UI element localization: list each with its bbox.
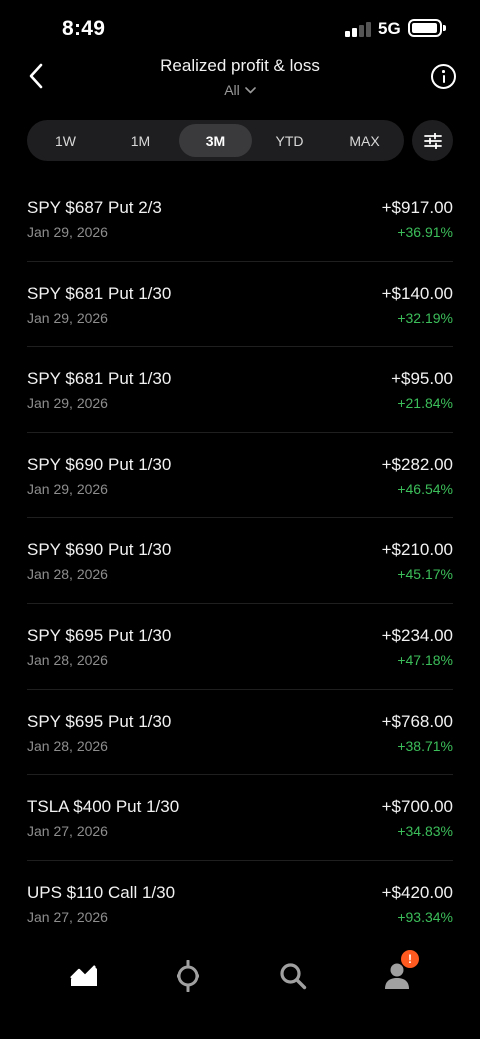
pl-percent: +47.18% — [397, 651, 453, 668]
pl-row[interactable]: SPY $690 Put 1/30 Jan 28, 2026 +$210.00 … — [27, 518, 453, 604]
status-time: 8:49 — [62, 17, 106, 40]
pl-amount: +$917.00 — [381, 198, 453, 217]
filter-dropdown[interactable]: All — [200, 82, 280, 98]
pl-row[interactable]: SPY $695 Put 1/30 Jan 28, 2026 +$234.00 … — [27, 604, 453, 690]
pl-amount: +$282.00 — [381, 454, 453, 474]
pl-amount: +$234.00 — [381, 625, 453, 645]
tab-1w[interactable]: 1W — [31, 124, 100, 157]
bottom-nav: ! — [0, 940, 480, 1039]
close-date: Jan 29, 2026 — [27, 309, 108, 326]
position-name: SPY $690 Put 1/30 — [27, 540, 172, 560]
pl-row[interactable]: SPY $681 Put 1/30 Jan 29, 2026 +$95.00 +… — [27, 347, 453, 433]
close-date: Jan 27, 2026 — [27, 908, 108, 925]
pl-percent: +46.54% — [397, 480, 453, 497]
realized-pl-list: SPY $687 Put 2/3 Jan 29, 2026 +$917.00 +… — [27, 176, 453, 946]
info-button[interactable] — [431, 64, 456, 89]
pl-amount: +$420.00 — [381, 882, 453, 902]
pl-percent: +45.17% — [397, 566, 453, 583]
tab-ytd[interactable]: YTD — [255, 124, 324, 157]
pl-row[interactable]: SPY $690 Put 1/30 Jan 29, 2026 +$282.00 … — [27, 433, 453, 519]
search-icon — [280, 963, 307, 990]
pl-row[interactable]: TSLA $400 Put 1/30 Jan 27, 2026 +$700.00… — [27, 775, 453, 861]
position-name: SPY $695 Put 1/30 — [27, 625, 172, 645]
period-selector: 1W 1M 3M YTD MAX — [27, 120, 404, 161]
tab-1m[interactable]: 1M — [106, 124, 175, 157]
battery-icon — [408, 19, 446, 37]
network-type: 5G — [378, 19, 401, 38]
pl-amount: +$768.00 — [381, 711, 453, 731]
sliders-icon — [423, 132, 442, 149]
investing-chart-icon — [70, 965, 97, 986]
close-date: Jan 29, 2026 — [27, 395, 108, 412]
pl-amount: +$140.00 — [381, 283, 453, 303]
pl-amount: +$210.00 — [381, 540, 453, 560]
position-name: SPY $695 Put 1/30 — [27, 711, 172, 731]
page-title: Realized profit & loss — [160, 56, 320, 75]
nav-investing[interactable] — [64, 956, 104, 996]
pl-percent: +38.71% — [397, 737, 453, 754]
pl-amount: +$700.00 — [381, 797, 453, 817]
pl-percent: +93.34% — [397, 908, 453, 925]
close-date: Jan 29, 2026 — [27, 480, 108, 497]
cellular-signal-icon — [345, 21, 371, 37]
nav-crypto[interactable] — [168, 956, 208, 996]
chevron-down-icon — [244, 86, 256, 93]
filter-label: All — [224, 82, 240, 98]
pl-percent: +32.19% — [397, 309, 453, 326]
pl-percent: +21.84% — [397, 395, 453, 412]
pl-percent: +34.83% — [397, 823, 453, 840]
position-name: UPS $110 Call 1/30 — [27, 882, 176, 902]
crypto-icon — [177, 960, 199, 992]
close-date: Jan 28, 2026 — [27, 651, 108, 668]
pl-row[interactable]: UPS $110 Call 1/30 Jan 27, 2026 +$420.00… — [27, 861, 453, 947]
pl-row[interactable]: SPY $687 Put 2/3 Jan 29, 2026 +$917.00 +… — [27, 176, 453, 262]
filter-settings-button[interactable] — [412, 120, 453, 161]
pl-row[interactable]: SPY $695 Put 1/30 Jan 28, 2026 +$768.00 … — [27, 690, 453, 776]
pl-row[interactable]: SPY $681 Put 1/30 Jan 29, 2026 +$140.00 … — [27, 262, 453, 348]
close-date: Jan 28, 2026 — [27, 737, 108, 754]
tab-3m[interactable]: 3M — [179, 124, 252, 157]
close-date: Jan 29, 2026 — [27, 224, 108, 240]
close-date: Jan 28, 2026 — [27, 566, 108, 583]
position-name: SPY $681 Put 1/30 — [27, 369, 172, 389]
nav-search[interactable] — [273, 956, 313, 996]
close-date: Jan 27, 2026 — [27, 823, 108, 840]
tab-max[interactable]: MAX — [330, 124, 399, 157]
status-bar: 8:49 5G — [0, 0, 480, 56]
notification-badge: ! — [401, 950, 419, 968]
pl-percent: +36.91% — [397, 224, 453, 240]
position-name: SPY $681 Put 1/30 — [27, 283, 172, 303]
nav-account[interactable]: ! — [377, 950, 419, 996]
pl-amount: +$95.00 — [391, 369, 453, 389]
position-name: SPY $690 Put 1/30 — [27, 454, 172, 474]
position-name: TSLA $400 Put 1/30 — [27, 797, 180, 817]
position-name: SPY $687 Put 2/3 — [27, 198, 162, 217]
